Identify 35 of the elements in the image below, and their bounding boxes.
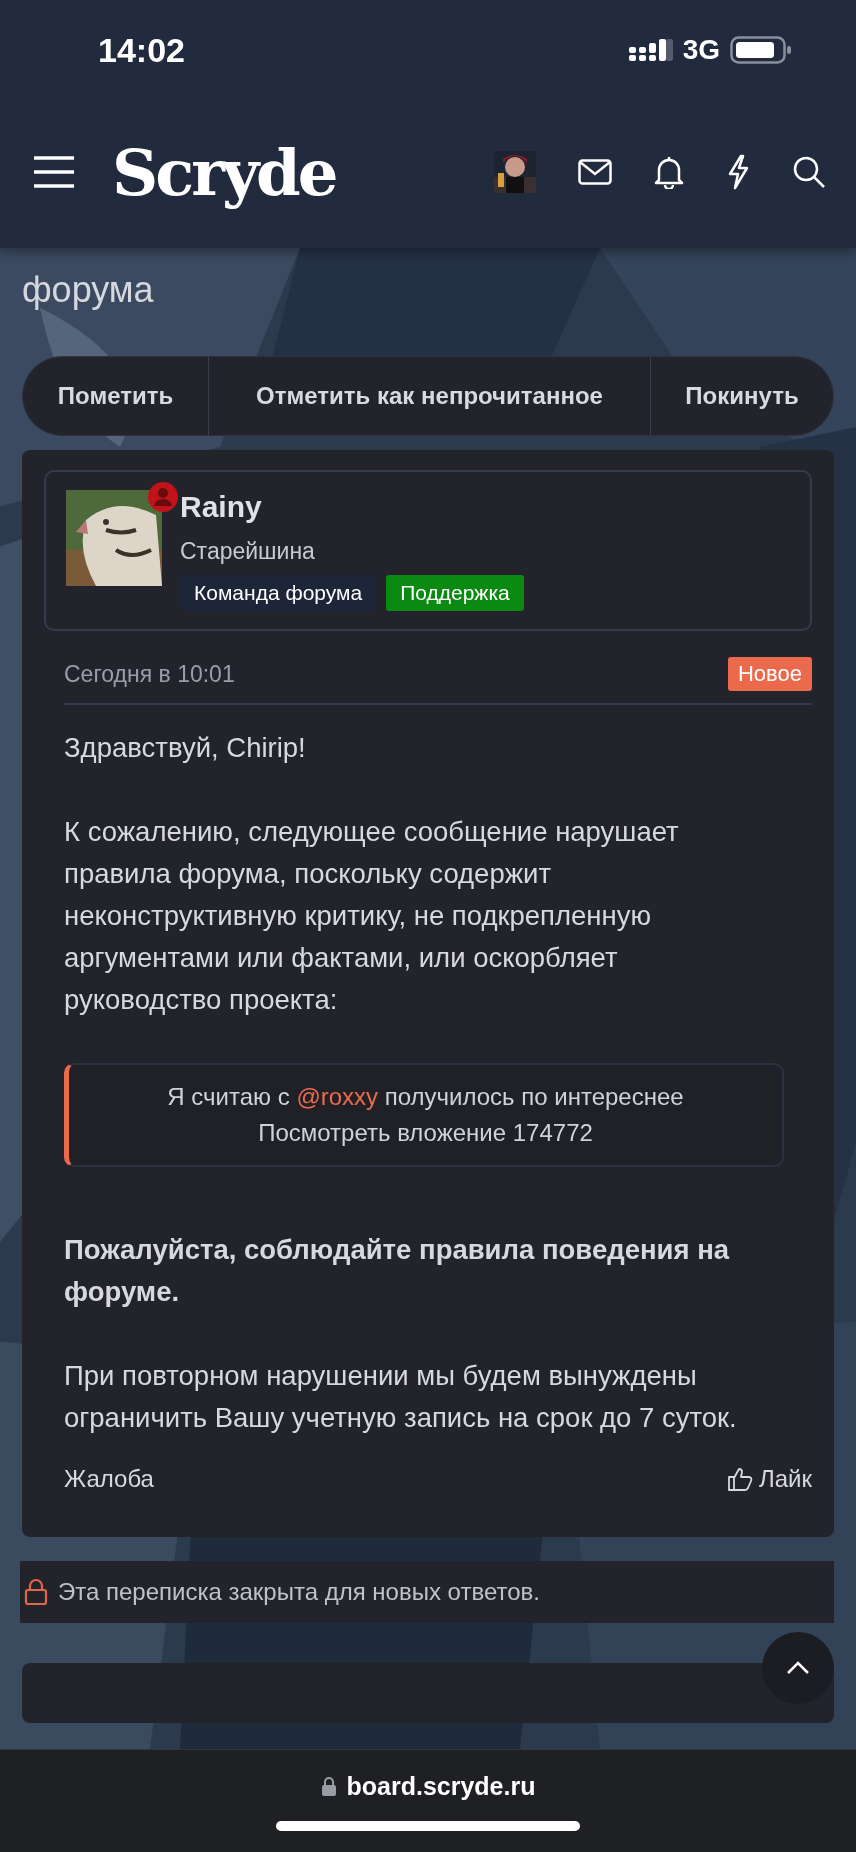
report-link[interactable]: Жалоба bbox=[64, 1465, 154, 1493]
message-paragraph: Здравствуй, Chirip! bbox=[64, 731, 307, 765]
attachment-link[interactable]: Посмотреть вложение 174772 bbox=[258, 1115, 593, 1151]
menu-icon[interactable] bbox=[32, 155, 76, 189]
bell-icon[interactable] bbox=[654, 155, 684, 189]
quote-text: Я считаю с @roxxy получилось по интереснее bbox=[167, 1082, 684, 1112]
mail-icon[interactable] bbox=[578, 159, 612, 185]
network-type: 3G bbox=[682, 34, 720, 66]
thread-title: форума bbox=[22, 268, 155, 312]
user-banner: Поддержка bbox=[386, 575, 524, 611]
battery-icon bbox=[730, 36, 792, 64]
chevron-up-icon bbox=[786, 1661, 810, 1675]
author-rank: Старейшина bbox=[180, 538, 316, 565]
url-text[interactable]: board.scryde.ru bbox=[346, 1772, 536, 1801]
search-icon[interactable] bbox=[792, 155, 826, 189]
lock-icon bbox=[320, 1776, 337, 1797]
lightning-icon[interactable] bbox=[726, 154, 750, 190]
message-paragraph: При повторном нарушении мы будем вынуждены ограничить Вашу учетную запись на срок до 7 суток. bbox=[64, 1359, 738, 1435]
signal-icon bbox=[628, 39, 673, 61]
post-date[interactable]: Сегодня в 10:01 bbox=[64, 660, 235, 688]
mention-link[interactable]: @roxxy bbox=[296, 1083, 379, 1110]
thread-action[interactable]: Отметить как непрочитанное bbox=[209, 357, 651, 435]
message-paragraph: Пожалуйста, соблюдайте правила поведения на форуме. bbox=[64, 1233, 731, 1309]
like-button[interactable]: Лайк bbox=[727, 1465, 812, 1493]
locked-notice: Эта переписка закрыта для новых ответов. bbox=[58, 1578, 540, 1606]
author-name[interactable]: Rainy bbox=[180, 490, 524, 524]
site-logo[interactable]: Scryde bbox=[112, 134, 336, 210]
new-badge: Новое bbox=[727, 657, 812, 691]
thumbs-up-icon bbox=[727, 1466, 753, 1492]
lock-icon bbox=[24, 1578, 48, 1606]
thread-action[interactable]: Пометить bbox=[23, 357, 209, 435]
user-icon bbox=[148, 482, 178, 512]
status-time: 14:02 bbox=[98, 30, 185, 70]
user-banner: Команда форума bbox=[180, 575, 377, 611]
message-paragraph: К сожалению, следующее сообщение нарушает правила форума, поскольку содержит неконструктивную критику, не подкрепленную аргументами или фактами, или оскорбляет руководство проекта: bbox=[64, 815, 680, 1017]
